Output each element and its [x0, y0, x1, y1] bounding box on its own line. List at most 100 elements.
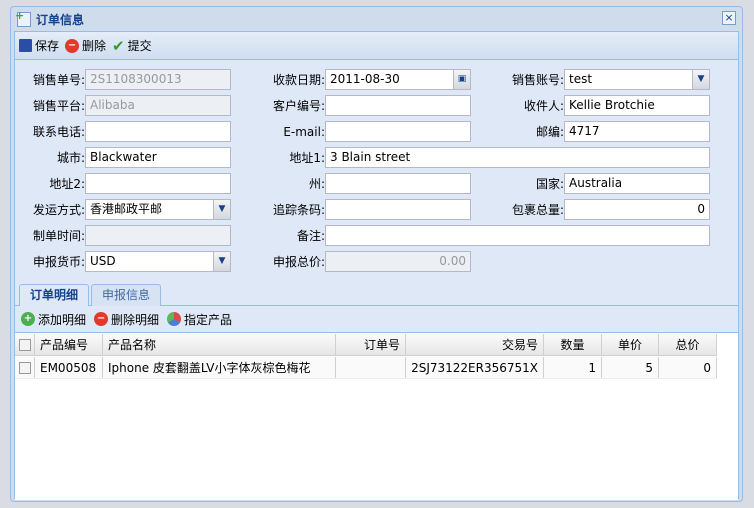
- document-add-icon: +: [15, 9, 31, 27]
- package-weight-label: 包裹总量:: [511, 203, 564, 217]
- table-cell: Iphone 皮套翻盖LV小字体灰棕色梅花: [103, 357, 336, 378]
- postcode-value: 4717: [569, 124, 600, 138]
- floppy-disk-icon: [19, 39, 32, 52]
- assign-product-button[interactable]: 指定产品: [167, 311, 232, 328]
- add-detail-button[interactable]: + 添加明细: [21, 311, 86, 328]
- title-bar: + 订单信息 ×: [11, 7, 742, 31]
- platform-label: 销售平台:: [32, 99, 85, 113]
- currency-value: USD: [90, 254, 116, 268]
- minus-circle-icon: −: [94, 312, 109, 326]
- grid-toolbar: + 添加明细 − 删除明细 指定产品: [15, 306, 738, 333]
- country-field[interactable]: Australia: [564, 173, 710, 194]
- country-value: Australia: [569, 176, 623, 190]
- city-label: 城市:: [56, 151, 85, 165]
- package-weight-field[interactable]: 0: [564, 199, 710, 220]
- delete-button[interactable]: − 删除: [65, 37, 106, 54]
- recipient-field[interactable]: Kellie Brotchie: [564, 95, 710, 116]
- currency-field[interactable]: USD ▼: [85, 251, 231, 272]
- delete-detail-button[interactable]: − 删除明细: [94, 311, 159, 328]
- declared-total-field: 0.00: [325, 251, 471, 272]
- order-details-panel: + 添加明细 − 删除明细 指定产品 产品编号 产品名称 订单号 交易号 数量 单价 总价 EM…: [15, 306, 738, 500]
- currency-label: 申报货币:: [32, 255, 85, 269]
- ship-method-value: 香港邮政平邮: [90, 202, 163, 216]
- order-dialog: + 订单信息 × 保存 − 删除 ✔ 提交 销售单号: 2S1108300013 收款日…: [10, 6, 743, 502]
- product-cubes-icon: [167, 312, 182, 326]
- chevron-down-icon[interactable]: ▼: [213, 200, 230, 219]
- column-header[interactable]: 数量: [544, 334, 602, 355]
- platform-value: Alibaba: [90, 98, 135, 112]
- chevron-down-icon[interactable]: ▼: [692, 70, 709, 89]
- email-field[interactable]: [325, 121, 471, 142]
- package-weight-value: 0: [697, 202, 705, 216]
- tracking-field[interactable]: [325, 199, 471, 220]
- tab-declaration-info[interactable]: 申报信息: [91, 284, 162, 306]
- save-button[interactable]: 保存: [19, 37, 59, 54]
- table-row[interactable]: EM00508 Iphone 皮套翻盖LV小字体灰棕色梅花 2SJ73122ER35…: [15, 357, 717, 379]
- state-field[interactable]: [325, 173, 471, 194]
- remark-label: 备注:: [296, 229, 325, 243]
- checkmark-icon: ✔: [112, 36, 125, 55]
- recipient-value: Kellie Brotchie: [569, 98, 655, 112]
- sale-no-value: 2S1108300013: [90, 72, 182, 86]
- postcode-field[interactable]: 4717: [564, 121, 710, 142]
- pay-date-field[interactable]: 2011-08-30 ▣: [325, 69, 471, 90]
- table-cell: 1: [544, 357, 602, 378]
- customer-no-label: 客户编号:: [272, 99, 325, 113]
- column-header[interactable]: 产品编号: [35, 334, 103, 355]
- column-header[interactable]: 订单号: [336, 334, 406, 355]
- tab-order-details[interactable]: 订单明细: [19, 284, 90, 307]
- sale-no-field: 2S1108300013: [85, 69, 231, 90]
- city-field[interactable]: Blackwater: [85, 147, 231, 168]
- address1-value: 3 Blain street: [330, 150, 411, 164]
- column-header[interactable]: 交易号: [406, 334, 544, 355]
- submit-button[interactable]: ✔ 提交: [112, 37, 152, 55]
- phone-label: 联系电话:: [32, 125, 85, 139]
- sale-account-value: test: [569, 72, 593, 86]
- sale-account-field[interactable]: test ▼: [564, 69, 710, 90]
- remark-field[interactable]: [325, 225, 710, 246]
- table-cell: 2SJ73122ER356751X: [406, 357, 544, 378]
- table-cell: EM00508: [35, 357, 103, 378]
- table-cell: [336, 357, 406, 378]
- address2-label: 地址2:: [49, 177, 85, 191]
- plus-circle-icon: +: [21, 312, 35, 326]
- created-label: 制单时间:: [32, 229, 85, 243]
- country-label: 国家:: [535, 177, 564, 191]
- checkbox[interactable]: [19, 339, 31, 351]
- pay-date-label: 收款日期:: [272, 73, 325, 87]
- declared-total-label: 申报总价:: [272, 255, 325, 269]
- dialog-title: 订单信息: [36, 12, 85, 27]
- created-field: [85, 225, 231, 246]
- city-value: Blackwater: [90, 150, 157, 164]
- checkbox-cell: [15, 334, 35, 355]
- address1-label: 地址1:: [289, 151, 325, 165]
- column-header[interactable]: 单价: [602, 334, 659, 355]
- sale-account-label: 销售账号:: [511, 73, 564, 87]
- column-header[interactable]: 产品名称: [103, 334, 336, 355]
- email-label: E-mail:: [283, 125, 325, 139]
- table-cell: 5: [602, 357, 659, 378]
- ship-method-label: 发运方式:: [32, 203, 85, 217]
- toolbar: 保存 − 删除 ✔ 提交: [15, 32, 738, 60]
- phone-field[interactable]: [85, 121, 231, 142]
- postcode-label: 邮编:: [535, 125, 564, 139]
- tracking-label: 追踪条码:: [272, 203, 325, 217]
- customer-no-field[interactable]: [325, 95, 471, 116]
- checkbox-cell: [15, 357, 35, 378]
- calendar-icon[interactable]: ▣: [453, 70, 470, 89]
- address2-field[interactable]: [85, 173, 231, 194]
- table-cell: 0: [659, 357, 717, 378]
- platform-field: Alibaba: [85, 95, 231, 116]
- minus-circle-icon: −: [65, 38, 80, 53]
- pay-date-value: 2011-08-30: [330, 72, 400, 86]
- close-button[interactable]: ×: [722, 11, 736, 25]
- checkbox[interactable]: [19, 362, 31, 374]
- column-header[interactable]: 总价: [659, 334, 717, 355]
- address1-field[interactable]: 3 Blain street: [325, 147, 710, 168]
- state-label: 州:: [308, 177, 325, 191]
- chevron-down-icon[interactable]: ▼: [213, 252, 230, 271]
- ship-method-field[interactable]: 香港邮政平邮 ▼: [85, 199, 231, 220]
- recipient-label: 收件人:: [523, 99, 564, 113]
- grid-header: 产品编号 产品名称 订单号 交易号 数量 单价 总价: [15, 334, 717, 356]
- sale-no-label: 销售单号:: [32, 73, 85, 87]
